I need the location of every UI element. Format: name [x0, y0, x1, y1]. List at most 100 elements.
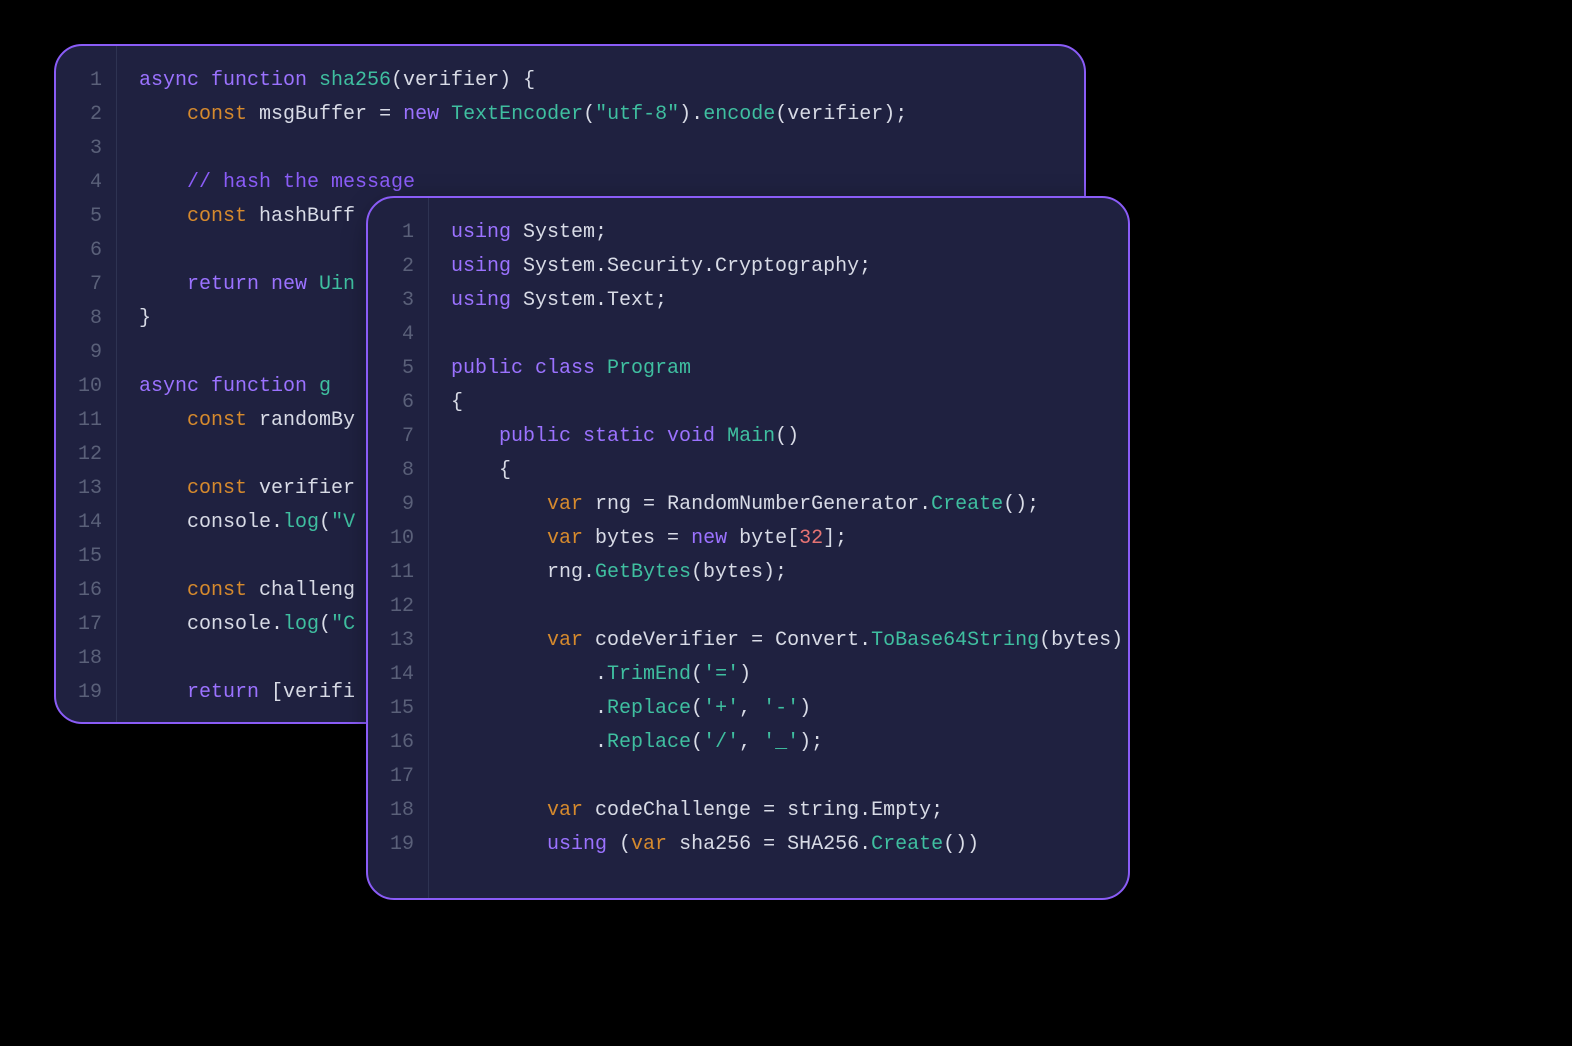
token-fn: GetBytes: [595, 561, 691, 584]
token-fn: Program: [607, 357, 691, 380]
token-pl: ];: [823, 527, 847, 550]
token-pl: (verifier);: [775, 103, 907, 126]
token-pl: (: [691, 663, 703, 686]
line-number: 12: [368, 590, 428, 624]
token-pl: (bytes): [1039, 629, 1123, 652]
token-decl: const: [187, 477, 247, 500]
token-kw: new: [691, 527, 727, 550]
token-cmt: // hash the message: [187, 171, 415, 194]
line-number: 7: [56, 268, 116, 302]
token-decl: const: [187, 103, 247, 126]
line-number: 8: [368, 454, 428, 488]
token-fn: Replace: [607, 731, 691, 754]
code-line: public class Program: [451, 352, 1108, 386]
token-decl: const: [187, 579, 247, 602]
code-content: using System;using System.Security.Crypt…: [429, 198, 1128, 898]
line-number: 5: [56, 200, 116, 234]
token-pl: [451, 629, 547, 652]
line-number: 15: [368, 692, 428, 726]
code-line: rng.GetBytes(bytes);: [451, 556, 1108, 590]
token-fn: Create: [931, 493, 1003, 516]
token-op: =: [667, 527, 679, 550]
code-area-front: 12345678910111213141516171819 using Syst…: [368, 198, 1128, 898]
token-pl: [679, 527, 691, 550]
token-kw: return: [187, 681, 259, 704]
token-pl: ()): [943, 833, 979, 856]
code-line: var codeChallenge = string.Empty;: [451, 794, 1108, 828]
token-decl: var: [547, 527, 583, 550]
token-decl: const: [187, 409, 247, 432]
token-kw: using: [451, 221, 511, 244]
line-number: 11: [368, 556, 428, 590]
token-pl: ,: [739, 697, 763, 720]
token-pl: [451, 799, 547, 822]
token-fn: log: [283, 613, 319, 636]
line-number: 16: [368, 726, 428, 760]
line-number: 13: [368, 624, 428, 658]
line-number: 2: [368, 250, 428, 284]
token-fn: Main: [727, 425, 775, 448]
token-pl: .: [451, 731, 607, 754]
token-kw: return new: [187, 273, 319, 296]
code-line: var codeVerifier = Convert.ToBase64Strin…: [451, 624, 1108, 658]
token-decl: var: [547, 629, 583, 652]
token-pl: string.Empty;: [775, 799, 943, 822]
code-line: var bytes = new byte[32];: [451, 522, 1108, 556]
line-number: 14: [56, 506, 116, 540]
token-str: '_': [763, 731, 799, 754]
token-pl: [139, 205, 187, 228]
token-pl: [451, 527, 547, 550]
token-pl: codeVerifier: [583, 629, 751, 652]
token-fn: Uin: [319, 273, 355, 296]
token-pl: [451, 425, 499, 448]
token-pl: {: [451, 459, 511, 482]
code-line: using System.Security.Cryptography;: [451, 250, 1108, 284]
token-str: '+': [703, 697, 739, 720]
token-pl: ,: [739, 731, 763, 754]
line-number: 6: [368, 386, 428, 420]
token-pl: RandomNumberGenerator.: [655, 493, 931, 516]
line-number: 1: [368, 216, 428, 250]
line-number: 17: [56, 608, 116, 642]
token-pl: rng.: [451, 561, 595, 584]
line-number: 4: [56, 166, 116, 200]
code-line: {: [451, 386, 1108, 420]
token-pl: randomBy: [247, 409, 355, 432]
token-decl: const: [187, 205, 247, 228]
line-number: 4: [368, 318, 428, 352]
code-line: public static void Main(): [451, 420, 1108, 454]
code-line: using System;: [451, 216, 1108, 250]
code-line: [451, 760, 1108, 794]
token-op: =: [643, 493, 655, 516]
token-op: =: [763, 799, 775, 822]
token-pl: rng: [583, 493, 643, 516]
code-line: using System.Text;: [451, 284, 1108, 318]
token-kw: async function: [139, 375, 319, 398]
token-pl: [451, 833, 547, 856]
token-kw: public class: [451, 357, 607, 380]
token-pl: (: [691, 731, 703, 754]
token-pl: [139, 171, 187, 194]
token-str: "V: [331, 511, 355, 534]
token-kw: new: [403, 103, 451, 126]
line-number: 11: [56, 404, 116, 438]
token-kw: using: [547, 833, 607, 856]
token-pl: .: [451, 663, 607, 686]
line-number: 6: [56, 234, 116, 268]
code-line: const msgBuffer = new TextEncoder("utf-8…: [139, 98, 1064, 132]
line-number: 18: [368, 794, 428, 828]
code-line: // hash the message: [139, 166, 1064, 200]
token-pl: (bytes);: [691, 561, 787, 584]
token-fn: Create: [871, 833, 943, 856]
token-str: '/': [703, 731, 739, 754]
token-pl: SHA256.: [775, 833, 871, 856]
token-pl: hashBuff: [247, 205, 355, 228]
token-pl: bytes: [583, 527, 667, 550]
line-number: 7: [368, 420, 428, 454]
token-kw: using: [451, 289, 511, 312]
code-line: async function sha256(verifier) {: [139, 64, 1064, 98]
token-pl: (: [607, 833, 631, 856]
token-pl: byte[: [727, 527, 799, 550]
token-pl: codeChallenge: [583, 799, 763, 822]
token-pl: );: [799, 731, 823, 754]
